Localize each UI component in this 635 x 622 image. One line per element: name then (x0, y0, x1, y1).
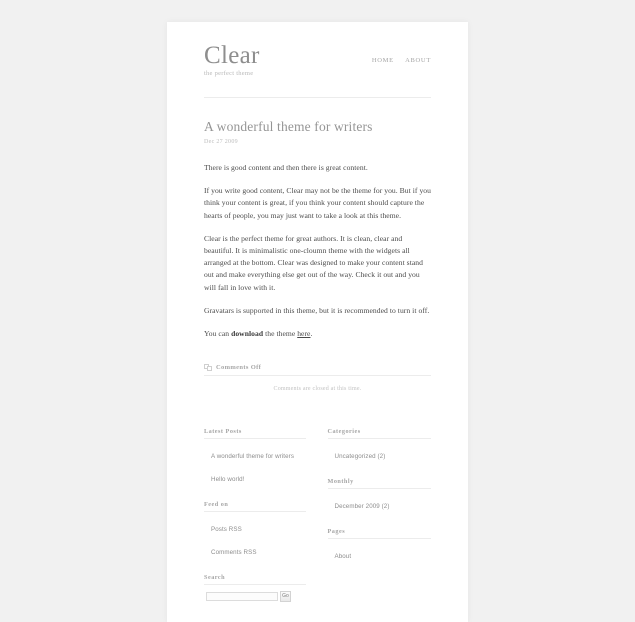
search-submit-button[interactable]: Go (280, 591, 291, 603)
widget-column-right: Categories Uncategorized (2) Monthly Dec… (318, 428, 432, 602)
widget-title: Monthly (327, 478, 431, 490)
list-item: Comments RSS (211, 541, 306, 559)
widget-list: A wonderful theme for writers Hello worl… (204, 445, 306, 486)
closing-text-middle: the theme (263, 329, 298, 339)
widget-list: Posts RSS Comments RSS (204, 518, 306, 559)
list-item: December 2009 (2) (335, 495, 432, 513)
site-branding[interactable]: Clear the perfect theme (204, 43, 260, 78)
widget-search: Search Go (204, 574, 306, 603)
list-item: A wonderful theme for writers (211, 445, 306, 463)
widget-link-comments-rss[interactable]: Comments RSS (211, 549, 257, 556)
widget-list: Uncategorized (2) (328, 445, 432, 463)
widget-categories: Categories Uncategorized (2) (327, 428, 432, 463)
post-date: Dec 27 2009 (204, 139, 238, 145)
nav-item-home[interactable]: Home (372, 57, 394, 64)
comments-section: Comments Off Comments are closed at this… (204, 364, 431, 392)
widget-link[interactable]: Hello world! (211, 476, 245, 483)
widget-link[interactable]: A wonderful theme for writers (211, 453, 294, 460)
post-paragraph: If you write good content, Clear may not… (204, 186, 431, 220)
footer-widgets: Latest Posts A wonderful theme for write… (204, 428, 431, 622)
post-article: A wonderful theme for writers Dec 27 200… (204, 98, 431, 340)
closing-text-after: . (310, 329, 313, 339)
page-background: Clear the perfect theme Home About A won… (0, 0, 635, 622)
widget-link-december-2009[interactable]: December 2009 (2) (335, 503, 390, 510)
download-link[interactable]: here (297, 329, 310, 338)
post-paragraph: Clear is the perfect theme for great aut… (204, 233, 423, 292)
widget-column-left: Latest Posts A wonderful theme for write… (204, 428, 318, 603)
list-item: Hello world! (211, 468, 306, 486)
post-paragraph: Gravatars is supported in this theme, bu… (204, 305, 430, 315)
widget-list: About (328, 545, 432, 563)
widget-link-uncategorized[interactable]: Uncategorized (2) (335, 453, 386, 460)
nav-item-about[interactable]: About (405, 57, 431, 64)
post-paragraph: There is good content and then there is … (204, 163, 368, 172)
widget-pages: Pages About (327, 528, 432, 563)
widget-title: Feed on (204, 501, 306, 513)
widget-title: Categories (327, 428, 431, 440)
widget-latest-posts: Latest Posts A wonderful theme for write… (204, 428, 306, 486)
closing-text-before: You can (204, 329, 232, 339)
search-form: Go (204, 591, 306, 603)
widget-link-about[interactable]: About (335, 553, 352, 560)
widget-monthly: Monthly December 2009 (2) (327, 478, 432, 513)
site-tagline: the perfect theme (204, 70, 254, 77)
widget-feed-on: Feed on Posts RSS Comments RSS (204, 501, 306, 559)
list-item: Posts RSS (211, 518, 306, 536)
search-input[interactable] (206, 592, 278, 602)
comments-heading: Comments Off (216, 364, 262, 372)
comments-header: Comments Off (204, 364, 431, 377)
comments-closed-note: Comments are closed at this time. (273, 386, 362, 393)
site-title[interactable]: Clear (204, 43, 260, 68)
post-title[interactable]: A wonderful theme for writers (204, 119, 431, 135)
post-closing-paragraph: You can download the theme here. (204, 328, 431, 340)
primary-navigation: Home About (363, 57, 431, 64)
list-item: About (335, 545, 432, 563)
list-item: Uncategorized (2) (335, 445, 432, 463)
widget-list: December 2009 (2) (328, 495, 432, 513)
post-body: There is good content and then there is … (204, 162, 431, 340)
comment-bubbles-icon (204, 364, 212, 371)
widget-title: Pages (327, 528, 431, 540)
site-header: Clear the perfect theme Home About (204, 22, 431, 98)
site-card: Clear the perfect theme Home About A won… (167, 22, 468, 622)
widget-title: Search (204, 574, 306, 586)
download-emphasis: download (231, 329, 264, 339)
widget-link-posts-rss[interactable]: Posts RSS (211, 526, 242, 533)
widget-title: Latest Posts (204, 428, 306, 440)
